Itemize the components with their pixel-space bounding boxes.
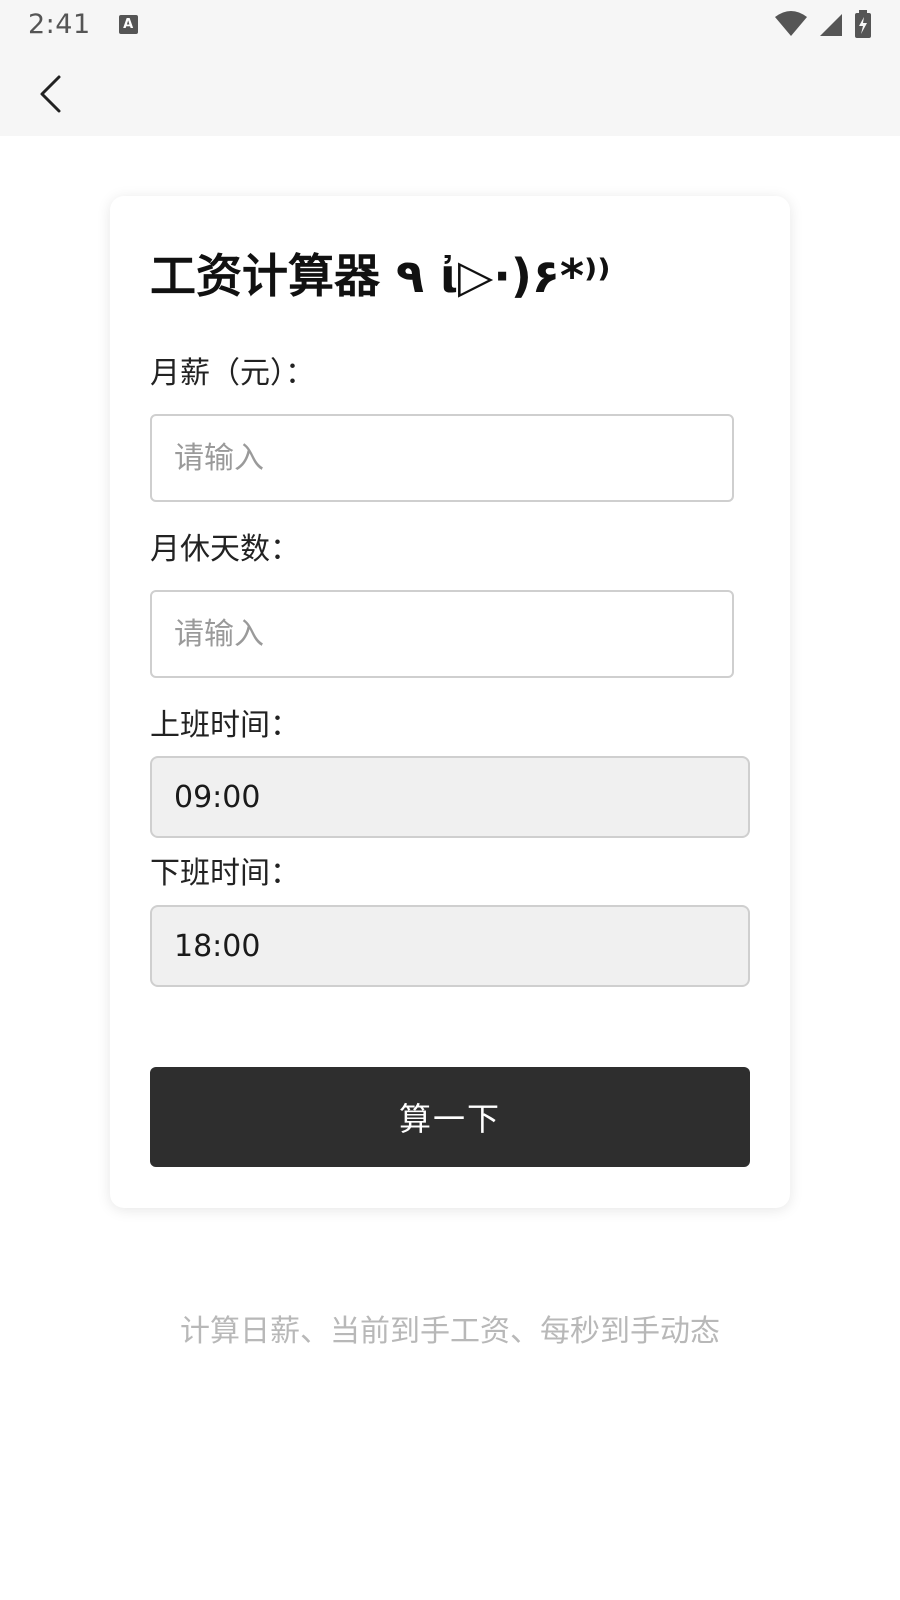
rest-days-input[interactable] bbox=[150, 590, 734, 678]
start-time-picker[interactable]: 09:00 bbox=[150, 756, 750, 838]
chevron-left-icon bbox=[40, 75, 61, 113]
status-time: 2:41 bbox=[28, 8, 91, 40]
salary-label: 月薪（元）： bbox=[150, 356, 315, 391]
nav-bar bbox=[0, 48, 900, 136]
end-time-label: 下班时间： bbox=[150, 856, 300, 891]
start-time-value: 09:00 bbox=[174, 779, 261, 815]
salary-input[interactable] bbox=[150, 414, 734, 502]
status-bar: 2:41 A bbox=[0, 0, 900, 48]
end-time-value: 18:00 bbox=[174, 928, 261, 964]
footer-description: 计算日薪、当前到手工资、每秒到手动态 bbox=[180, 1314, 720, 1349]
status-icons bbox=[774, 10, 872, 38]
calculate-button[interactable]: 算一下 bbox=[150, 1067, 750, 1167]
rest-days-label: 月休天数： bbox=[150, 532, 300, 567]
page-title: 工资计算器 ٩ ἰ▷·)۶*⁾⁾ bbox=[150, 249, 611, 303]
signal-icon bbox=[820, 14, 842, 36]
back-button[interactable] bbox=[22, 66, 78, 122]
start-time-label: 上班时间： bbox=[150, 708, 300, 743]
end-time-picker[interactable]: 18:00 bbox=[150, 905, 750, 987]
battery-charging-icon bbox=[855, 10, 871, 38]
salary-calculator-card: 工资计算器 ٩ ἰ▷·)۶*⁾⁾ 月薪（元）： 月休天数： 上班时间： 09:0… bbox=[110, 196, 790, 1208]
wifi-icon bbox=[775, 11, 807, 36]
a-keyboard-icon: A bbox=[118, 14, 138, 34]
